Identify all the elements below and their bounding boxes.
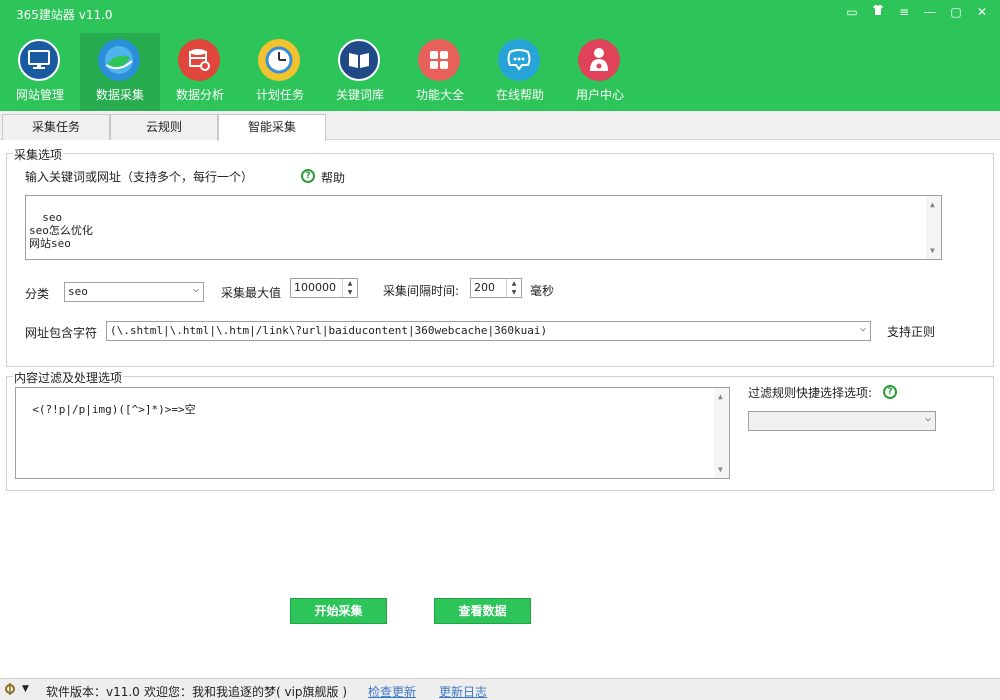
welcome-label: 欢迎您：我和我追逐的梦( vip旗舰版 ) (144, 685, 348, 699)
nav-label: 数据分析 (175, 88, 224, 102)
window-controls: ▭ ≡ — ▢ ✕ (844, 4, 990, 20)
nav-label: 网站管理 (15, 88, 64, 102)
nav-label: 关键词库 (335, 88, 384, 102)
nav-item-online-help[interactable]: 在线帮助 (480, 33, 560, 111)
nav-label: 数据采集 (95, 88, 144, 102)
tab-collect-tasks[interactable]: 采集任务 (2, 114, 110, 140)
version-label: 软件版本：v11.0 (46, 685, 140, 699)
status-bar: ▼ 软件版本：v11.0 欢迎您：我和我追逐的梦( vip旗舰版 ) 检查更新 … (0, 678, 1000, 700)
max-label: 采集最大值 (221, 286, 282, 300)
category-value: seo (68, 285, 88, 298)
chevron-down-icon: ⌵ (192, 284, 199, 295)
max-value: 100000 (294, 281, 336, 294)
nav-label: 用户中心 (575, 88, 624, 102)
keywords-textarea[interactable]: seo seo怎么优化 网站seo ▲ ▼ (25, 195, 942, 260)
interval-stepper[interactable]: 200 ▲ ▼ (470, 278, 522, 298)
app-header: 365建站器 v11.0 ▭ ≡ — ▢ ✕ 网站管理 数据采集 数据分析 计划… (0, 0, 1000, 111)
keywords-text: seo seo怎么优化 网站seo (29, 211, 93, 250)
scrollbar[interactable]: ▲ ▼ (926, 196, 941, 259)
help-icon[interactable]: ? (883, 385, 897, 399)
start-collect-button[interactable]: 开始采集 (290, 598, 387, 624)
chevron-down-icon[interactable]: ▼ (22, 684, 29, 694)
chevron-down-icon: ⌵ (924, 413, 931, 424)
keyword-label: 输入关键词或网址（支持多个，每行一个） (25, 170, 254, 184)
filter-rules-text: <(?!p|/p|img)([^>]*)>=>空 (32, 403, 196, 416)
interval-unit: 毫秒 (530, 284, 555, 298)
database-icon (178, 39, 220, 81)
url-contains-label: 网址包含字符 (25, 326, 98, 340)
check-update-link[interactable]: 检查更新 (368, 683, 416, 700)
interval-label: 采集间隔时间: (383, 284, 460, 298)
help-icon[interactable]: ? (301, 169, 315, 183)
max-value-stepper[interactable]: 100000 ▲ ▼ (290, 278, 358, 298)
nav-label: 功能大全 (415, 88, 464, 102)
tab-cloud-rules[interactable]: 云规则 (110, 114, 218, 140)
maximize-icon[interactable]: ▢ (948, 4, 964, 20)
menu-icon[interactable]: ≡ (896, 4, 912, 20)
grid-icon (418, 39, 460, 81)
message-icon[interactable]: ▭ (844, 4, 860, 20)
nav-item-site-management[interactable]: 网站管理 (0, 33, 80, 111)
group-title: 采集选项 (13, 146, 64, 163)
app-title: 365建站器 v11.0 (16, 8, 113, 22)
view-data-button[interactable]: 查看数据 (434, 598, 531, 624)
close-icon[interactable]: ✕ (974, 4, 990, 20)
quick-select-dropdown[interactable]: ⌵ (748, 411, 936, 431)
tools-icon[interactable] (4, 682, 20, 699)
url-contains-value: (\.shtml|\.html|\.htm|/link\?url|baiduco… (110, 324, 548, 337)
filter-rules-textarea[interactable]: <(?!p|/p|img)([^>]*)>=>空 ▲ ▼ (15, 387, 730, 479)
nav-item-user-center[interactable]: 用户中心 (560, 33, 640, 111)
sub-tabs: 采集任务 云规则 智能采集 (0, 111, 1000, 141)
nav-item-scheduled-tasks[interactable]: 计划任务 (240, 33, 320, 111)
nav-label: 计划任务 (255, 88, 304, 102)
tab-smart-collect[interactable]: 智能采集 (218, 114, 326, 141)
stepper-buttons[interactable]: ▲ ▼ (506, 279, 521, 297)
book-icon (338, 39, 380, 81)
interval-value: 200 (474, 281, 495, 294)
main-nav: 网站管理 数据采集 数据分析 计划任务 关键词库 功能大全 在线帮助 用户中心 (0, 33, 640, 111)
clock-icon (258, 39, 300, 81)
nav-item-keyword-library[interactable]: 关键词库 (320, 33, 400, 111)
nav-label: 在线帮助 (495, 88, 544, 102)
skin-icon[interactable] (870, 4, 886, 20)
nav-item-data-analysis[interactable]: 数据分析 (160, 33, 240, 111)
help-link[interactable]: 帮助 (321, 169, 345, 186)
regex-label: 支持正则 (887, 325, 936, 339)
url-contains-select[interactable]: (\.shtml|\.html|\.htm|/link\?url|baiduco… (106, 321, 871, 341)
monitor-icon (18, 39, 60, 81)
category-label: 分类 (25, 287, 50, 301)
scrollbar[interactable]: ▲ ▼ (714, 388, 729, 478)
minimize-icon[interactable]: — (922, 4, 938, 20)
quick-select-label: 过滤规则快捷选择选项: (748, 386, 873, 400)
user-icon (578, 39, 620, 81)
stepper-buttons[interactable]: ▲ ▼ (342, 279, 357, 297)
globe-icon (98, 39, 140, 81)
update-log-link[interactable]: 更新日志 (439, 683, 487, 700)
group-title: 内容过滤及处理选项 (13, 369, 124, 386)
chat-icon (498, 39, 540, 81)
category-select[interactable]: seo ⌵ (64, 282, 204, 302)
nav-item-all-features[interactable]: 功能大全 (400, 33, 480, 111)
nav-item-data-collection[interactable]: 数据采集 (80, 33, 160, 111)
chevron-down-icon: ⌵ (859, 323, 866, 334)
